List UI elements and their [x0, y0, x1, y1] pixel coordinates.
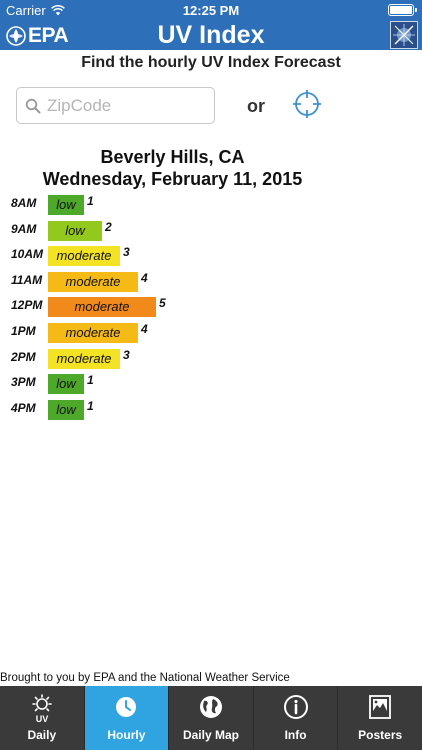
uv-hour-row: 9AM low 2 [0, 220, 240, 242]
uv-level-bar: low [48, 400, 84, 420]
clock-icon [116, 697, 137, 717]
svg-text:UV: UV [36, 714, 49, 724]
tab-bar: UV Daily Hourly Daily Map Info Posters [0, 686, 422, 750]
tab-hourly-label: Hourly [107, 728, 146, 742]
uv-hour-label: 1PM [11, 324, 36, 338]
uv-level-bar: low [48, 374, 84, 394]
uv-hour-label: 11AM [11, 273, 43, 287]
uv-hour-row: 2PM moderate 3 [0, 348, 240, 370]
sun-uv-icon: UV [31, 694, 52, 724]
tab-daily-label: Daily [27, 728, 57, 742]
uv-hour-label: 12PM [11, 298, 43, 312]
uv-level-bar: moderate [48, 272, 138, 292]
uv-hour-row: 12PM moderate 5 [0, 296, 240, 318]
uv-hour-label: 4PM [11, 401, 36, 415]
uv-level-bar: moderate [48, 349, 120, 369]
uv-hour-row: 8AM low 1 [0, 194, 240, 216]
credit-text: Brought to you by EPA and the National W… [0, 672, 290, 684]
battery-icon [388, 4, 417, 16]
uv-hour-label: 10AM [11, 247, 44, 261]
uv-index-value: 1 [87, 399, 94, 413]
uv-level-bar: moderate [48, 246, 120, 266]
uv-index-value: 1 [87, 194, 94, 208]
uv-hour-label: 3PM [11, 375, 36, 389]
uv-hour-row: 10AM moderate 3 [0, 245, 240, 267]
uv-index-value: 4 [141, 322, 148, 336]
page-title: UV Index [157, 21, 265, 49]
uv-index-value: 3 [123, 245, 130, 259]
uv-hour-label: 8AM [11, 196, 37, 210]
uv-index-value: 2 [105, 220, 112, 234]
uv-index-value: 3 [123, 348, 130, 362]
tab-info[interactable]: Info [254, 686, 339, 750]
tab-hourly[interactable]: Hourly [84, 686, 170, 750]
nav-bar: EPA UV Index [0, 20, 422, 50]
location-title: Beverly Hills, CA [100, 147, 245, 167]
search-icon [25, 98, 41, 113]
uv-hour-label: 2PM [11, 350, 36, 364]
zipcode-input[interactable] [47, 95, 207, 116]
uv-level-bar: moderate [48, 297, 156, 317]
status-time: 12:25 PM [182, 3, 240, 18]
uv-level-bar: moderate [48, 323, 138, 343]
uv-hour-row: 11AM moderate 4 [0, 271, 240, 293]
uv-index-value: 5 [159, 296, 166, 310]
uv-level-bar: low [48, 221, 102, 241]
search-heading: Find the hourly UV Index Forecast [81, 54, 341, 71]
info-icon [283, 695, 308, 719]
uv-badge-icon [390, 21, 418, 49]
uv-index-value: 1 [87, 373, 94, 387]
tab-daily-map[interactable]: Daily Map [169, 686, 254, 750]
or-label: or [247, 96, 265, 116]
uv-level-bar: low [48, 195, 84, 215]
tab-daily[interactable]: UV Daily [0, 686, 85, 750]
tab-posters-label: Posters [358, 728, 403, 742]
status-bar: Carrier 12:25 PM [0, 0, 422, 20]
zipcode-field[interactable] [16, 87, 215, 124]
uv-hour-row: 1PM moderate 4 [0, 322, 240, 344]
tab-daily-map-label: Daily Map [182, 728, 239, 742]
uv-hour-label: 9AM [11, 222, 37, 236]
uv-index-value: 4 [141, 271, 148, 285]
tab-posters[interactable]: Posters [338, 686, 422, 750]
globe-icon [199, 696, 222, 718]
tab-info-label: Info [284, 728, 307, 742]
forecast-date: Wednesday, February 11, 2015 [42, 169, 303, 189]
image-icon [369, 695, 392, 719]
uv-hour-row: 4PM low 1 [0, 399, 240, 421]
current-location-button[interactable] [292, 89, 322, 119]
uv-hour-row: 3PM low 1 [0, 373, 240, 395]
